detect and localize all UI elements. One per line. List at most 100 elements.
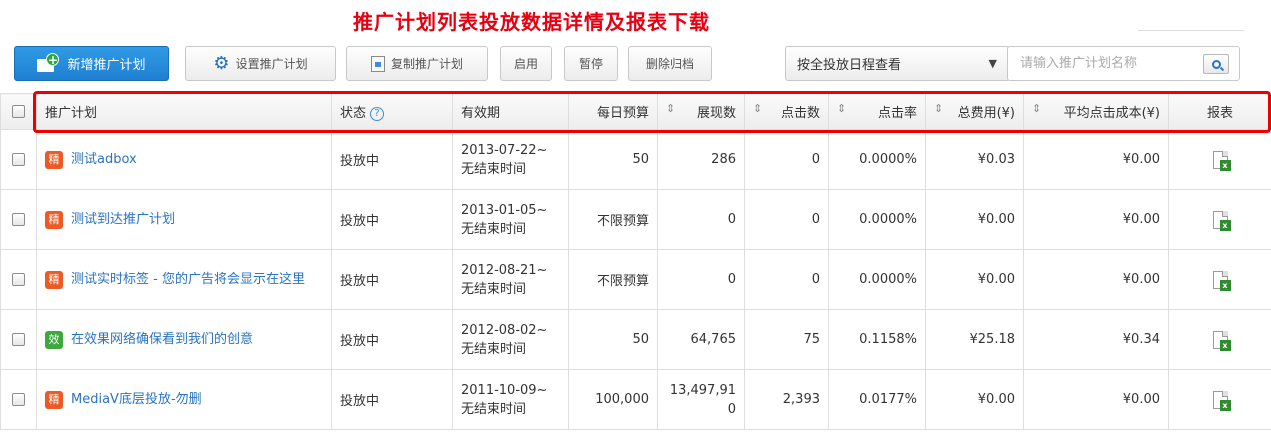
select-all-cell bbox=[0, 93, 37, 130]
col-clicks[interactable]: ⇕ 点击数 bbox=[744, 93, 829, 130]
plan-name-link[interactable]: 测试adbox bbox=[71, 150, 137, 169]
table-row: 精测试实时标签 - 您的广告将会显示在这里 投放中 2012-08-21~ 无结束… bbox=[0, 249, 1271, 310]
period-start: 2013-07-22~ bbox=[461, 142, 548, 158]
col-budget-label: 每日预算 bbox=[596, 106, 649, 121]
col-status-label: 状态 bbox=[340, 106, 367, 121]
copy-icon bbox=[370, 55, 385, 72]
plan-name-cell: 精 MediaV底层投放-勿删 bbox=[36, 369, 332, 430]
plan-type-badge: 精 bbox=[45, 391, 63, 409]
excel-download-icon[interactable]: x bbox=[1212, 330, 1231, 351]
clicks-cell: 0 bbox=[744, 249, 829, 310]
pause-button[interactable]: 暂停 bbox=[564, 46, 618, 81]
col-clicks-label: 点击数 bbox=[780, 106, 820, 121]
plan-name-link[interactable]: 测试到达推广计划 bbox=[71, 210, 175, 229]
sort-icon: ⇕ bbox=[666, 102, 676, 115]
col-ctr[interactable]: ⇕ 点击率 bbox=[828, 93, 926, 130]
cost-cell: ¥0.00 bbox=[925, 369, 1024, 430]
col-ctr-label: 点击率 bbox=[877, 106, 917, 121]
period-end: 无结束时间 bbox=[461, 401, 527, 417]
row-checkbox[interactable] bbox=[12, 333, 25, 346]
plan-type-badge: 精 bbox=[45, 271, 63, 289]
period-start: 2012-08-21~ bbox=[461, 262, 548, 278]
top-divider bbox=[1138, 30, 1244, 31]
annotation-caption: 推广计划列表投放数据详情及报表下载 bbox=[353, 10, 710, 34]
period-start: 2013-01-05~ bbox=[461, 202, 548, 218]
period-end: 无结束时间 bbox=[461, 281, 527, 297]
pause-label: 暂停 bbox=[578, 57, 603, 71]
cost-cell: ¥0.03 bbox=[925, 129, 1024, 190]
row-checkbox[interactable] bbox=[12, 393, 25, 406]
row-check-cell bbox=[0, 309, 37, 370]
new-plan-button[interactable]: + 新增推广计划 bbox=[14, 46, 169, 81]
schedule-select[interactable]: 按全投放日程查看 ▼ bbox=[785, 46, 1010, 81]
period-cell: 2013-07-22~ 无结束时间 bbox=[452, 129, 569, 190]
cpc-cell: ¥0.00 bbox=[1023, 249, 1169, 310]
schedule-select-value: 按全投放日程查看 bbox=[797, 58, 902, 73]
plan-type-badge: 精 bbox=[45, 211, 63, 229]
cost-cell: ¥0.00 bbox=[925, 249, 1024, 310]
plan-name-cell: 精测试到达推广计划 bbox=[36, 189, 332, 250]
help-icon[interactable]: ? bbox=[370, 106, 385, 121]
status-cell: 投放中 bbox=[331, 129, 453, 190]
plan-name-link[interactable]: MediaV底层投放-勿删 bbox=[71, 390, 202, 409]
plan-name-link[interactable]: 测试实时标签 - 您的广告将会显示在这里 bbox=[71, 270, 305, 289]
budget-cell: 50 bbox=[568, 309, 658, 370]
cost-cell: ¥25.18 bbox=[925, 309, 1024, 370]
report-cell: x bbox=[1168, 189, 1271, 250]
col-report: 报表 bbox=[1168, 93, 1271, 130]
period-end: 无结束时间 bbox=[461, 341, 527, 357]
period-cell: 2012-08-21~ 无结束时间 bbox=[452, 249, 569, 310]
period-end: 无结束时间 bbox=[461, 161, 527, 177]
excel-download-icon[interactable]: x bbox=[1212, 150, 1231, 171]
table-header-row: 推广计划 状态? 有效期 每日预算 ⇕ 展现数 ⇕ 点击数 ⇕ 点击率 ⇕ 总费用(¥)… bbox=[0, 93, 1271, 130]
row-checkbox[interactable] bbox=[12, 273, 25, 286]
row-check-cell bbox=[0, 249, 37, 310]
row-check-cell bbox=[0, 369, 37, 430]
sort-icon: ⇕ bbox=[934, 102, 944, 115]
ctr-cell: 0.0000% bbox=[828, 249, 926, 310]
col-impressions[interactable]: ⇕ 展现数 bbox=[657, 93, 745, 130]
table-row: 精 MediaV底层投放-勿删 投放中 2011-10-09~ 无结束时间 100,… bbox=[0, 369, 1271, 430]
plan-name-cell: 精测试实时标签 - 您的广告将会显示在这里 bbox=[36, 249, 332, 310]
cpc-cell: ¥0.34 bbox=[1023, 309, 1169, 370]
select-all-checkbox[interactable] bbox=[12, 105, 25, 118]
col-budget[interactable]: 每日预算 bbox=[568, 93, 658, 130]
toolbar: + 新增推广计划 ⚙ 设置推广计划 复制推广计划 启用 暂停 删除归档 按全投放… bbox=[14, 46, 1240, 82]
col-cost[interactable]: ⇕ 总费用(¥) bbox=[925, 93, 1024, 130]
table-row: 精测试adbox 投放中 2013-07-22~ 无结束时间 50 286 0 0… bbox=[0, 129, 1271, 190]
settings-plan-button[interactable]: ⚙ 设置推广计划 bbox=[185, 46, 336, 81]
excel-download-icon[interactable]: x bbox=[1212, 270, 1231, 291]
plan-table: 推广计划 状态? 有效期 每日预算 ⇕ 展现数 ⇕ 点击数 ⇕ 点击率 ⇕ 总费用(¥)… bbox=[0, 93, 1271, 430]
excel-download-icon[interactable]: x bbox=[1212, 390, 1231, 411]
settings-plan-label: 设置推广计划 bbox=[235, 57, 308, 71]
archive-label: 删除归档 bbox=[645, 57, 694, 71]
copy-plan-button[interactable]: 复制推广计划 bbox=[346, 46, 488, 81]
cost-cell: ¥0.00 bbox=[925, 189, 1024, 250]
period-end: 无结束时间 bbox=[461, 221, 527, 237]
sort-icon: ⇕ bbox=[1032, 102, 1042, 115]
row-checkbox[interactable] bbox=[12, 213, 25, 226]
plan-type-badge: 效 bbox=[45, 331, 63, 349]
plan-name-link[interactable]: 在效果网络确保看到我们的创意 bbox=[71, 330, 253, 349]
impressions-cell: 286 bbox=[657, 129, 745, 190]
enable-button[interactable]: 启用 bbox=[500, 46, 552, 81]
budget-cell: 50 bbox=[568, 129, 658, 190]
col-status: 状态? bbox=[331, 93, 453, 130]
search-icon bbox=[1211, 59, 1221, 69]
plan-name-cell: 效在效果网络确保看到我们的创意 bbox=[36, 309, 332, 370]
row-checkbox[interactable] bbox=[12, 153, 25, 166]
copy-plan-label: 复制推广计划 bbox=[390, 57, 463, 71]
excel-download-icon[interactable]: x bbox=[1212, 210, 1231, 231]
archive-button[interactable]: 删除归档 bbox=[628, 46, 712, 81]
report-cell: x bbox=[1168, 129, 1271, 190]
sort-icon: ⇕ bbox=[837, 102, 847, 115]
period-cell: 2012-08-02~ 无结束时间 bbox=[452, 309, 569, 370]
report-cell: x bbox=[1168, 309, 1271, 370]
ctr-cell: 0.0000% bbox=[828, 189, 926, 250]
search-button[interactable] bbox=[1203, 54, 1229, 74]
status-cell: 投放中 bbox=[331, 249, 453, 310]
budget-cell: 100,000 bbox=[568, 369, 658, 430]
col-cpc[interactable]: ⇕ 平均点击成本(¥) bbox=[1023, 93, 1169, 130]
period-cell: 2013-01-05~ 无结束时间 bbox=[452, 189, 569, 250]
search-input[interactable] bbox=[1020, 48, 1200, 79]
